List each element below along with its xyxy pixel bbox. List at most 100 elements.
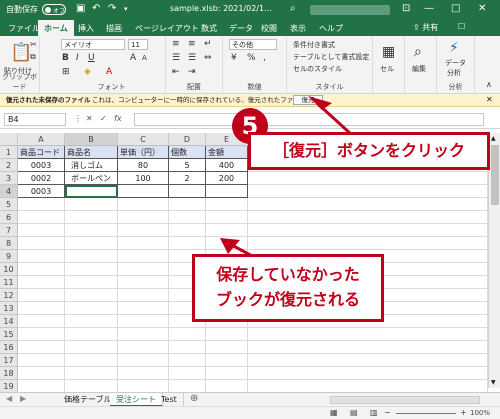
align-center-icon[interactable]: ☰: [188, 53, 196, 63]
maximize-button[interactable]: □: [451, 3, 460, 14]
empty-cell[interactable]: [18, 198, 65, 211]
next-sheet-icon[interactable]: ▶: [20, 394, 26, 403]
tab-home[interactable]: ホーム: [38, 20, 74, 36]
analyze-line2[interactable]: 分析: [447, 68, 461, 78]
tab-view[interactable]: 表示: [290, 23, 306, 34]
empty-cell[interactable]: [248, 224, 488, 237]
tab-formulas[interactable]: 数式: [201, 23, 217, 34]
comment-icon[interactable]: ☐: [458, 22, 465, 31]
conditional-format-button[interactable]: 条件付き書式: [293, 40, 335, 50]
empty-cell[interactable]: [248, 354, 488, 367]
empty-cell[interactable]: [18, 211, 65, 224]
empty-cell[interactable]: [118, 263, 169, 276]
undo-icon[interactable]: ↶: [92, 3, 100, 14]
empty-cell[interactable]: [248, 367, 488, 380]
empty-cell[interactable]: [118, 211, 169, 224]
row-header[interactable]: 7: [0, 224, 18, 237]
empty-cell[interactable]: [118, 237, 169, 250]
scroll-thumb[interactable]: [491, 145, 499, 205]
empty-cell[interactable]: [169, 328, 206, 341]
zoom-in-icon[interactable]: +: [460, 407, 467, 419]
empty-cell[interactable]: [206, 237, 248, 250]
editing-icon[interactable]: ⌕: [414, 44, 422, 60]
empty-cell[interactable]: [118, 315, 169, 328]
cut-icon[interactable]: ✂: [30, 40, 37, 49]
table-cell[interactable]: 金額: [206, 146, 248, 159]
table-cell[interactable]: [65, 185, 118, 198]
empty-cell[interactable]: [169, 211, 206, 224]
qat-dropdown-icon[interactable]: ▾: [124, 5, 128, 13]
row-header[interactable]: 9: [0, 250, 18, 263]
column-header[interactable]: D: [169, 133, 206, 146]
wrap-text-icon[interactable]: ↵: [204, 39, 212, 49]
empty-cell[interactable]: [18, 224, 65, 237]
number-format-select[interactable]: その他: [229, 39, 277, 50]
select-all-corner[interactable]: [0, 133, 18, 146]
empty-cell[interactable]: [248, 328, 488, 341]
fx-icon[interactable]: fx: [114, 114, 122, 123]
name-box[interactable]: B4: [4, 113, 66, 126]
empty-cell[interactable]: [65, 354, 118, 367]
minimize-button[interactable]: —: [424, 3, 434, 14]
empty-cell[interactable]: [169, 237, 206, 250]
empty-cell[interactable]: [18, 263, 65, 276]
table-cell[interactable]: 消しゴム: [65, 159, 118, 172]
font-grow-button[interactable]: A: [130, 53, 136, 63]
row-header[interactable]: 13: [0, 302, 18, 315]
zoom-out-icon[interactable]: −: [384, 407, 391, 419]
empty-cell[interactable]: [65, 289, 118, 302]
scroll-down-icon[interactable]: ▼: [491, 379, 496, 386]
normal-view-icon[interactable]: ▦: [330, 407, 338, 419]
cells-icon[interactable]: ▦: [382, 44, 395, 60]
table-cell[interactable]: 80: [118, 159, 169, 172]
tab-insert[interactable]: 挿入: [78, 23, 94, 34]
italic-button[interactable]: I: [76, 53, 79, 63]
underline-button[interactable]: U: [88, 53, 95, 63]
table-cell[interactable]: ボールペン: [65, 172, 118, 185]
empty-cell[interactable]: [18, 328, 65, 341]
indent-decrease-icon[interactable]: ⇤: [172, 67, 180, 77]
empty-cell[interactable]: [118, 198, 169, 211]
prev-sheet-icon[interactable]: ◀: [6, 394, 12, 403]
column-header[interactable]: B: [65, 133, 118, 146]
page-layout-icon[interactable]: ▤: [350, 407, 358, 419]
empty-cell[interactable]: [118, 328, 169, 341]
empty-cell[interactable]: [65, 237, 118, 250]
row-header[interactable]: 4: [0, 185, 18, 198]
add-sheet-icon[interactable]: ⊕: [190, 393, 198, 404]
empty-cell[interactable]: [248, 198, 488, 211]
empty-cell[interactable]: [65, 341, 118, 354]
cancel-icon[interactable]: ✕: [86, 114, 93, 123]
close-icon[interactable]: ✕: [486, 94, 493, 106]
empty-cell[interactable]: [248, 341, 488, 354]
row-header[interactable]: 2: [0, 159, 18, 172]
zoom-level[interactable]: 100%: [470, 407, 490, 419]
empty-cell[interactable]: [206, 198, 248, 211]
tab-file[interactable]: ファイル: [8, 23, 40, 34]
empty-cell[interactable]: [206, 341, 248, 354]
empty-cell[interactable]: [206, 328, 248, 341]
ribbon-display-icon[interactable]: ⊡: [402, 3, 410, 14]
table-cell[interactable]: 0003: [18, 185, 65, 198]
enter-icon[interactable]: ✓: [100, 114, 107, 123]
page-break-icon[interactable]: ▥: [370, 407, 378, 419]
empty-cell[interactable]: [118, 276, 169, 289]
empty-cell[interactable]: [65, 367, 118, 380]
tab-data[interactable]: データ: [229, 23, 253, 34]
font-shrink-button[interactable]: A: [142, 54, 147, 62]
empty-cell[interactable]: [18, 367, 65, 380]
align-middle-icon[interactable]: ≡: [188, 39, 196, 49]
redo-icon[interactable]: ↷: [108, 3, 116, 14]
empty-cell[interactable]: [18, 276, 65, 289]
empty-cell[interactable]: [169, 224, 206, 237]
row-header[interactable]: 1: [0, 146, 18, 159]
analyze-line1[interactable]: データ: [445, 58, 466, 68]
table-cell[interactable]: [118, 185, 169, 198]
formula-input[interactable]: [134, 113, 484, 126]
search-icon[interactable]: ⌕: [290, 3, 296, 14]
table-cell[interactable]: 商品コード: [18, 146, 65, 159]
empty-cell[interactable]: [118, 250, 169, 263]
column-header[interactable]: C: [118, 133, 169, 146]
empty-cell[interactable]: [18, 341, 65, 354]
row-header[interactable]: 12: [0, 289, 18, 302]
